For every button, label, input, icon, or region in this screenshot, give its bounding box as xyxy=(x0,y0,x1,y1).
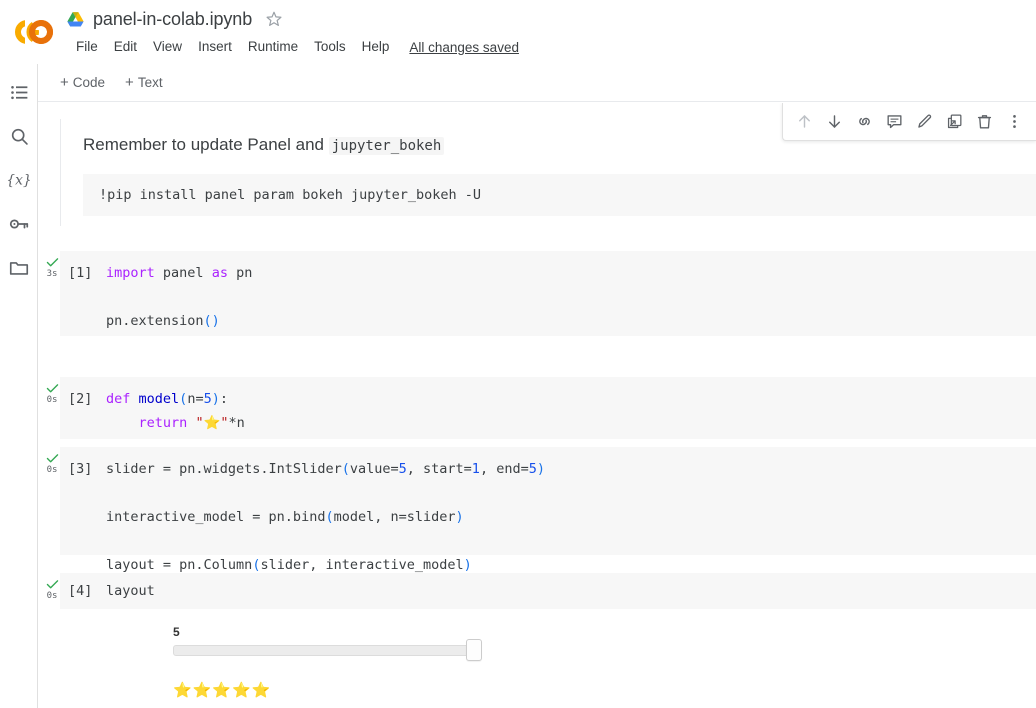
add-text-cell-button[interactable]: + Text xyxy=(121,72,167,93)
code-cell-3[interactable]: 0s [3] slider = pn.widgets.IntSlider(val… xyxy=(46,447,1036,573)
code-cell-4[interactable]: 0s [4] layout xyxy=(46,573,1036,609)
menu-edit[interactable]: Edit xyxy=(106,36,145,58)
add-code-cell-label: Code xyxy=(72,75,106,90)
add-comment-icon[interactable] xyxy=(880,107,908,137)
cell-status-4[interactable]: 0s xyxy=(44,579,60,602)
code-source-4[interactable]: layout xyxy=(106,579,155,603)
code-source-3[interactable]: slider = pn.widgets.IntSlider(value=5, s… xyxy=(106,457,545,577)
star-output: ⭐⭐⭐⭐⭐ xyxy=(173,681,272,699)
inline-code: jupyter_bokeh xyxy=(328,137,445,155)
markdown-code-block: !pip install panel param bokeh jupyter_b… xyxy=(83,174,1036,216)
markdown-heading-text: Remember to update Panel and xyxy=(83,135,329,154)
star-notebook-icon[interactable] xyxy=(264,10,283,29)
execution-time-3: 0s xyxy=(46,465,58,475)
link-to-cell-icon[interactable] xyxy=(850,107,878,137)
search-icon[interactable] xyxy=(7,124,31,148)
edit-icon[interactable] xyxy=(911,107,939,137)
cell-prompt-1: [1] xyxy=(68,265,93,281)
app-header: panel-in-colab.ipynb File Edit View Inse… xyxy=(0,0,1036,64)
cell-prompt-4: [4] xyxy=(68,583,93,599)
execution-time-1: 3s xyxy=(46,269,58,279)
menu-runtime[interactable]: Runtime xyxy=(240,36,306,58)
execution-success-check-icon xyxy=(44,383,60,395)
files-folder-icon[interactable] xyxy=(7,256,31,280)
colab-app: panel-in-colab.ipynb File Edit View Inse… xyxy=(0,0,1036,708)
cell-action-toolbar xyxy=(782,103,1036,141)
notebook-filename[interactable]: panel-in-colab.ipynb xyxy=(93,8,252,30)
google-drive-icon xyxy=(66,11,85,28)
menu-file[interactable]: File xyxy=(68,36,106,58)
code-cell-2[interactable]: 0s [2] def model(n=5): return "⭐"*n xyxy=(46,377,1036,439)
execution-success-check-icon xyxy=(44,579,60,591)
code-cell-1[interactable]: 3s [1] import panel as pn pn.extension() xyxy=(46,251,1036,336)
left-rail: {x} xyxy=(0,64,38,708)
table-of-contents-icon[interactable] xyxy=(7,80,31,104)
cell-prompt-3: [3] xyxy=(68,461,93,477)
save-status[interactable]: All changes saved xyxy=(409,40,519,55)
cell-status-2[interactable]: 0s xyxy=(44,383,60,406)
delete-cell-icon[interactable] xyxy=(971,107,999,137)
notebook-title-row: panel-in-colab.ipynb xyxy=(66,6,283,32)
slider-value-label: 5 xyxy=(173,625,180,639)
menu-bar: File Edit View Insert Runtime Tools Help… xyxy=(68,36,519,58)
int-slider-handle[interactable] xyxy=(466,639,482,661)
more-options-icon[interactable] xyxy=(1001,107,1029,137)
move-cell-down-icon[interactable] xyxy=(820,107,848,137)
cell-status-3[interactable]: 0s xyxy=(44,453,60,476)
code-source-1[interactable]: import panel as pn pn.extension() xyxy=(106,261,252,333)
cell-prompt-2: [2] xyxy=(68,391,93,407)
execution-time-2: 0s xyxy=(46,395,58,405)
variables-icon[interactable]: {x} xyxy=(7,168,31,192)
notebook-body: Remember to update Panel and jupyter_bok… xyxy=(38,103,1036,708)
colab-logo[interactable] xyxy=(12,12,56,52)
execution-time-4: 0s xyxy=(46,591,58,601)
add-text-cell-label: Text xyxy=(137,75,163,90)
plus-icon: + xyxy=(125,73,134,91)
add-code-cell-button[interactable]: + Code xyxy=(56,72,109,93)
menu-insert[interactable]: Insert xyxy=(190,36,240,58)
menu-view[interactable]: View xyxy=(145,36,190,58)
cell-output-4: 5 ⭐⭐⭐⭐⭐ xyxy=(60,609,1036,708)
code-source-2[interactable]: def model(n=5): return "⭐"*n xyxy=(106,387,245,435)
int-slider-track[interactable] xyxy=(173,645,481,656)
cell-status-1[interactable]: 3s xyxy=(44,257,60,280)
notebook-toolbar: + Code + Text xyxy=(38,64,1036,102)
copy-to-drive-icon[interactable] xyxy=(941,107,969,137)
move-cell-up-icon[interactable] xyxy=(790,107,818,137)
execution-success-check-icon xyxy=(44,257,60,269)
secrets-key-icon[interactable] xyxy=(7,212,31,236)
execution-success-check-icon xyxy=(44,453,60,465)
menu-tools[interactable]: Tools xyxy=(306,36,354,58)
menu-help[interactable]: Help xyxy=(354,36,398,58)
svg-text:{x}: {x} xyxy=(7,173,31,189)
plus-icon: + xyxy=(60,73,69,91)
